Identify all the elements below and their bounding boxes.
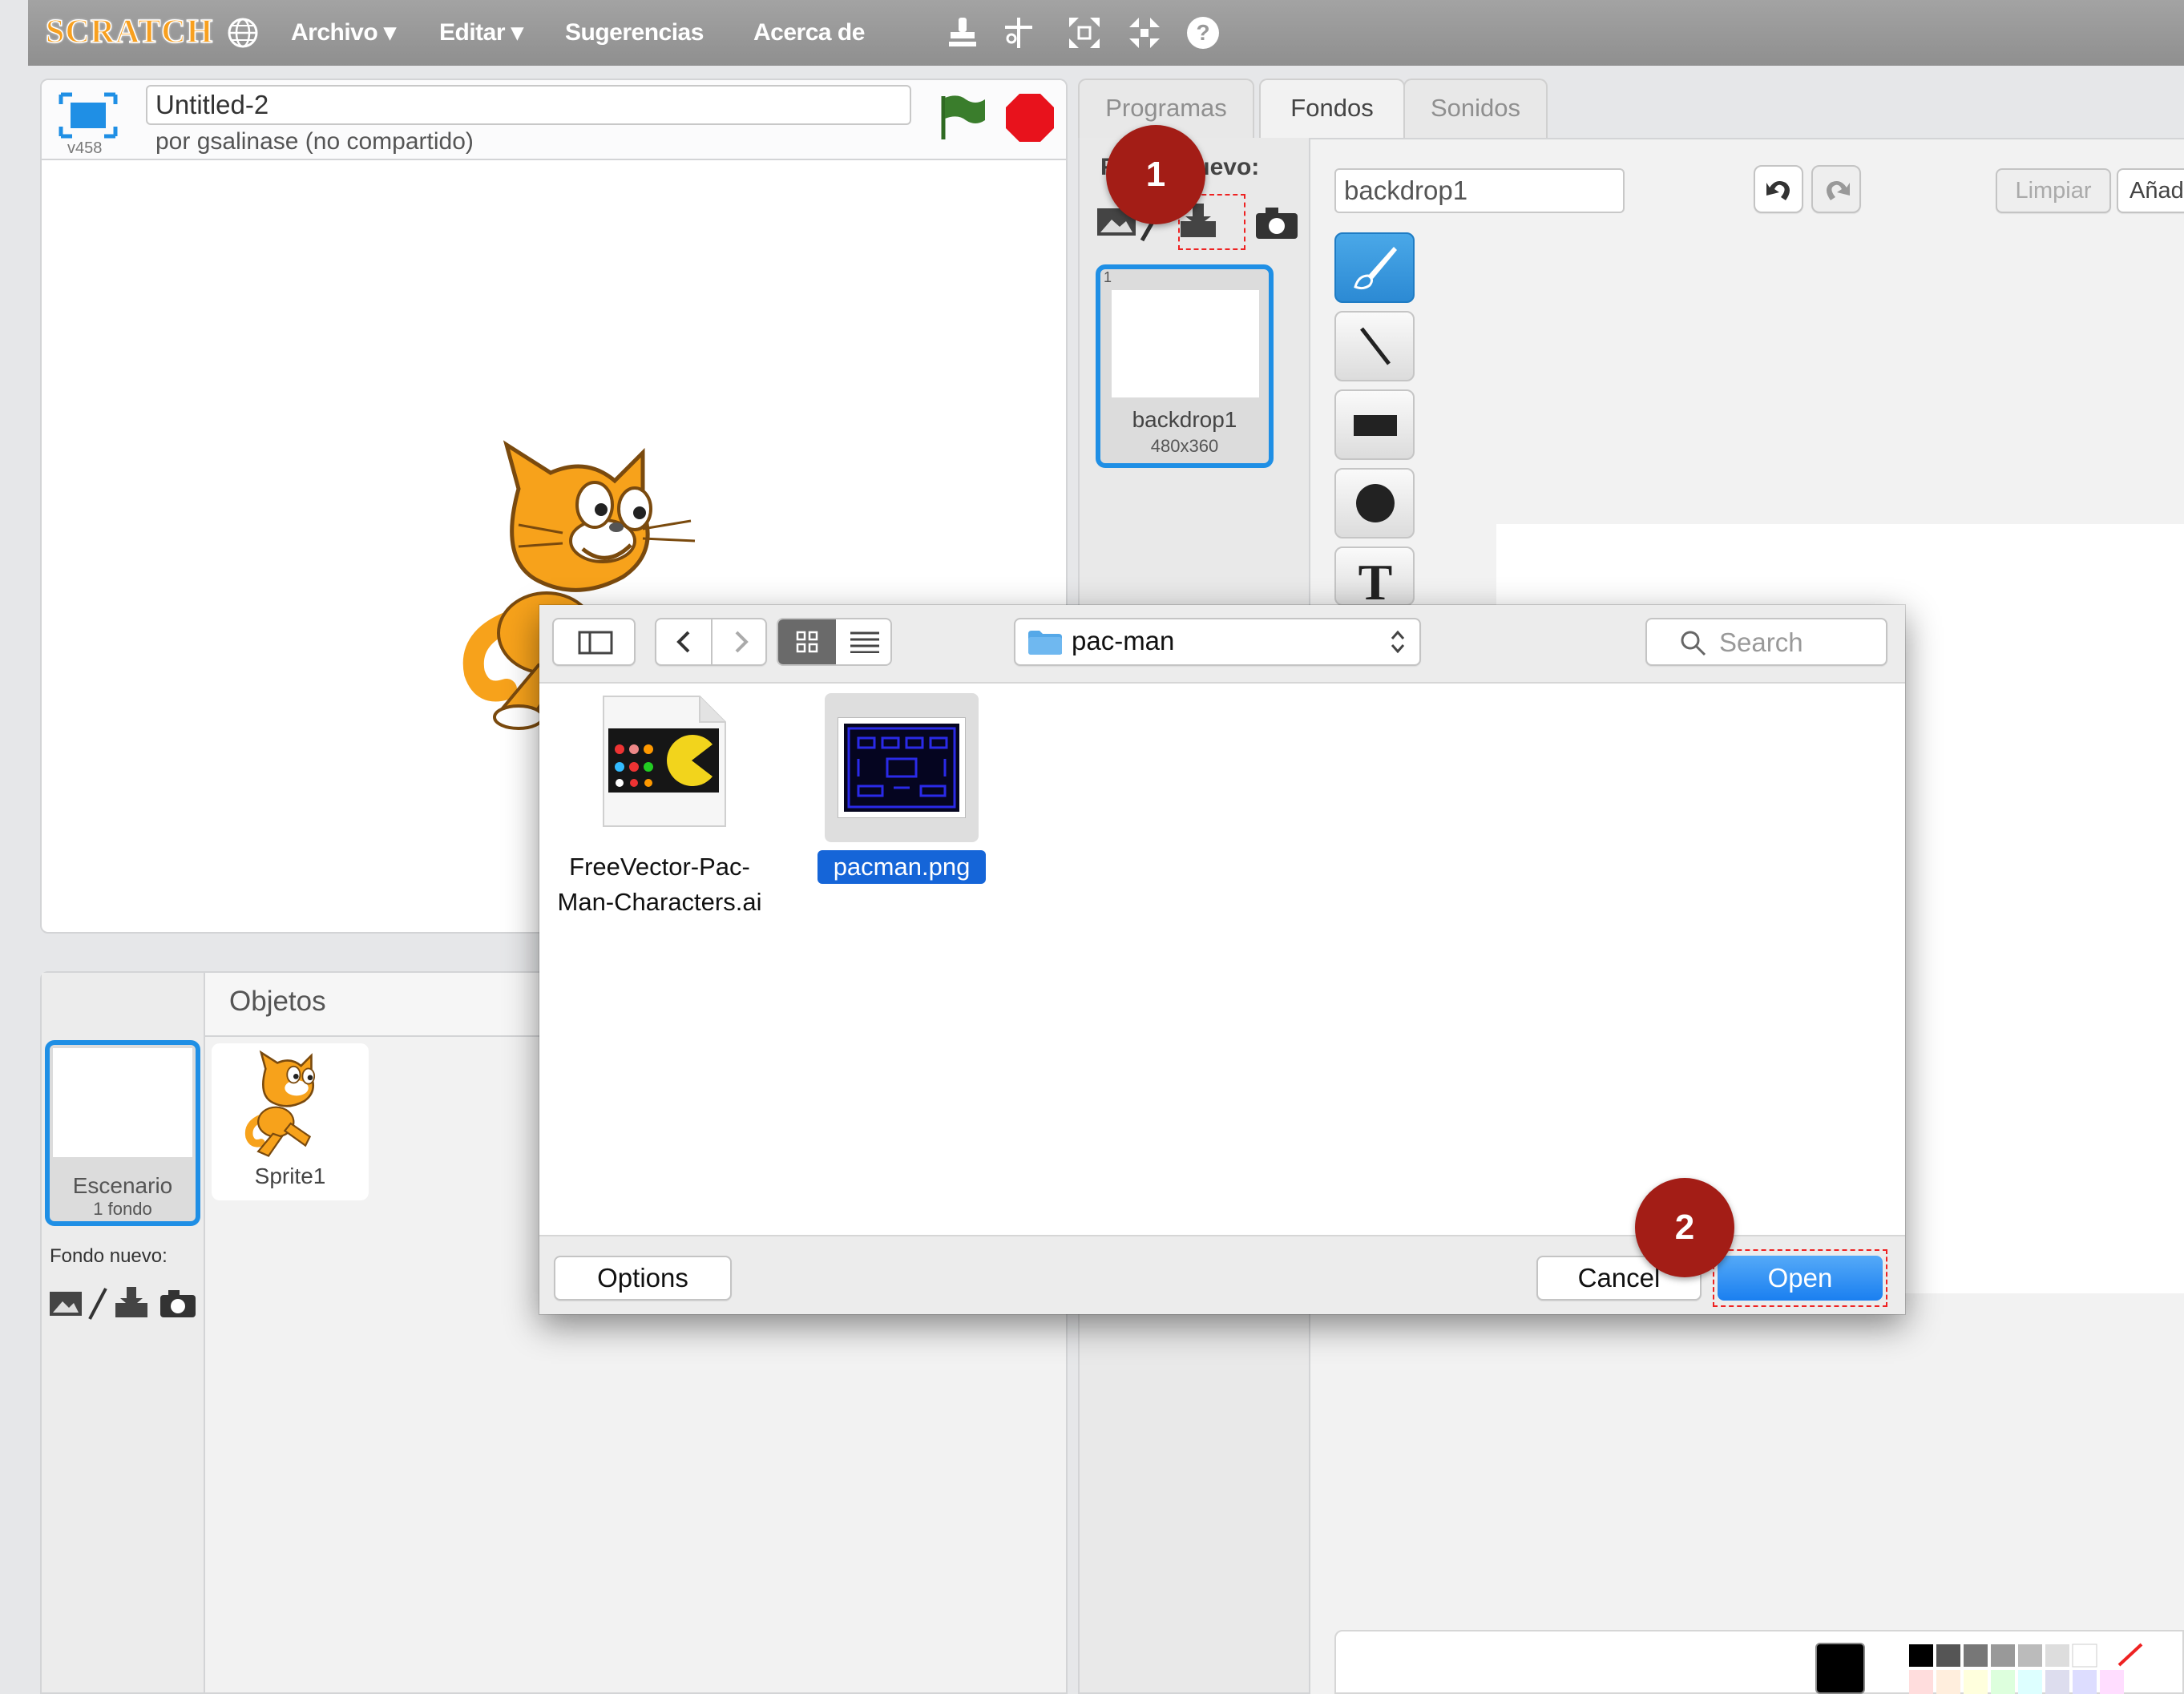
cut-scissors-icon[interactable] bbox=[1000, 14, 1037, 51]
brush-tool[interactable] bbox=[1334, 232, 1415, 303]
sprite-name: Sprite1 bbox=[254, 1164, 326, 1188]
svg-text:?: ? bbox=[1196, 20, 1209, 45]
back-button[interactable] bbox=[656, 619, 713, 664]
folder-icon bbox=[1028, 631, 1062, 655]
stage-backdrop-count: 1 fondo bbox=[93, 1199, 152, 1219]
backdrop-preview bbox=[1112, 290, 1259, 397]
stage-label: Escenario bbox=[72, 1173, 173, 1198]
chevron-right-icon bbox=[735, 631, 749, 653]
brush-icon bbox=[1354, 247, 1397, 290]
shrink-icon[interactable] bbox=[1126, 14, 1163, 51]
stop-sign-icon[interactable] bbox=[1003, 91, 1056, 144]
undo-icon bbox=[1766, 181, 1790, 200]
svg-text:T: T bbox=[1358, 556, 1393, 604]
file-name-ai-line2: Man-Characters.ai bbox=[557, 888, 762, 916]
sidebar-icon bbox=[578, 631, 613, 655]
open-button-highlight bbox=[1713, 1249, 1887, 1307]
step-badge-2: 2 bbox=[1635, 1178, 1734, 1277]
backdrop-name: backdrop1 bbox=[1132, 407, 1237, 432]
chevron-left-icon bbox=[676, 631, 690, 653]
scratch-logo[interactable]: SCRATCH bbox=[45, 10, 213, 54]
dialog-toolbar: pac-man Search bbox=[539, 605, 1905, 684]
rectangle-icon bbox=[1354, 415, 1397, 436]
rectangle-tool[interactable] bbox=[1334, 389, 1415, 460]
project-byline: por gsalinase (no compartido) bbox=[155, 128, 474, 155]
backdrop-size: 480x360 bbox=[1150, 436, 1219, 456]
version-label: v458 bbox=[67, 139, 103, 157]
folder-location-select[interactable]: pac-man bbox=[1014, 618, 1421, 666]
fullscreen-icon[interactable] bbox=[58, 91, 119, 139]
ellipse-tool[interactable] bbox=[1334, 468, 1415, 538]
updown-chevron-icon bbox=[1391, 630, 1405, 654]
icon-view-button[interactable] bbox=[778, 619, 836, 664]
step-badge-1: 1 bbox=[1106, 125, 1205, 224]
tab-sonidos[interactable]: Sonidos bbox=[1403, 79, 1548, 139]
paint-backdrop-library-icon bbox=[50, 1292, 82, 1316]
editor-tabs: Programas Fondos Sonidos bbox=[1078, 71, 2184, 143]
green-flag-icon[interactable] bbox=[935, 91, 991, 143]
sprites-header-title: Objetos bbox=[229, 986, 326, 1017]
png-thumbnail-icon bbox=[838, 717, 966, 818]
stage-thumbnail-preview bbox=[53, 1048, 192, 1157]
undo-button[interactable] bbox=[1754, 165, 1803, 213]
new-backdrop-label: Fondo nuevo: bbox=[50, 1245, 168, 1267]
file-name-ai-line1: FreeVector-Pac- bbox=[569, 853, 750, 881]
line-icon bbox=[1360, 327, 1391, 365]
text-tool[interactable]: T bbox=[1334, 547, 1415, 606]
forward-button[interactable] bbox=[713, 619, 767, 664]
current-color-swatch[interactable] bbox=[1815, 1643, 1865, 1694]
stage-column: Escenario 1 fondo Fondo nuevo: bbox=[42, 973, 205, 1692]
text-icon: T bbox=[1358, 556, 1393, 604]
sprite-thumbnail bbox=[244, 1050, 316, 1157]
menu-editar[interactable]: Editar ▾ bbox=[439, 0, 523, 66]
ellipse-icon bbox=[1356, 484, 1395, 522]
view-mode-buttons bbox=[777, 618, 892, 666]
add-button[interactable]: Añad bbox=[2117, 168, 2184, 213]
grid-icon bbox=[796, 631, 818, 653]
stage-header: v458 Untitled-2 por gsalinase (no compar… bbox=[42, 80, 1066, 160]
line-tool[interactable] bbox=[1334, 311, 1415, 381]
new-backdrop-icons bbox=[50, 1287, 196, 1320]
menu-sugerencias[interactable]: Sugerencias bbox=[565, 0, 704, 66]
redo-icon bbox=[1827, 181, 1850, 200]
menu-archivo[interactable]: Archivo ▾ bbox=[291, 0, 396, 66]
file-name-png[interactable]: pacman.png bbox=[817, 850, 986, 884]
ai-document-icon bbox=[603, 696, 726, 827]
duplicate-stamp-icon[interactable] bbox=[944, 14, 981, 51]
color-swatches[interactable] bbox=[1909, 1643, 2150, 1694]
stage-thumbnail[interactable]: Escenario 1 fondo bbox=[45, 1040, 200, 1226]
nav-buttons bbox=[655, 618, 767, 666]
help-icon[interactable]: ? bbox=[1185, 14, 1221, 51]
redo-button[interactable] bbox=[1811, 165, 1861, 213]
clear-button[interactable]: Limpiar bbox=[1996, 168, 2111, 213]
project-title-input[interactable]: Untitled-2 bbox=[146, 85, 911, 125]
menu-acerca-de[interactable]: Acerca de bbox=[753, 0, 865, 66]
menubar: SCRATCH Archivo ▾ Editar ▾ Sugerencias A… bbox=[28, 0, 2184, 66]
sprite-tile[interactable]: Sprite1 bbox=[212, 1043, 369, 1200]
options-button[interactable]: Options bbox=[554, 1256, 732, 1301]
backdrop-name-input[interactable]: backdrop1 bbox=[1334, 168, 1625, 213]
search-placeholder: Search bbox=[1719, 627, 1803, 657]
search-icon bbox=[1681, 631, 1706, 656]
folder-name: pac-man bbox=[1072, 626, 1175, 655]
grow-icon[interactable] bbox=[1066, 14, 1103, 51]
tab-fondos[interactable]: Fondos bbox=[1259, 79, 1405, 143]
search-field[interactable]: Search bbox=[1645, 618, 1887, 666]
list-icon bbox=[850, 631, 879, 653]
sidebar-toggle-button[interactable] bbox=[552, 618, 636, 666]
backdrop-item[interactable]: 1 backdrop1 480x360 bbox=[1096, 264, 1274, 468]
file-item-png[interactable] bbox=[825, 693, 979, 842]
globe-icon[interactable] bbox=[224, 14, 261, 51]
list-view-button[interactable] bbox=[836, 619, 890, 664]
backdrop-index: 1 bbox=[1104, 269, 1112, 285]
